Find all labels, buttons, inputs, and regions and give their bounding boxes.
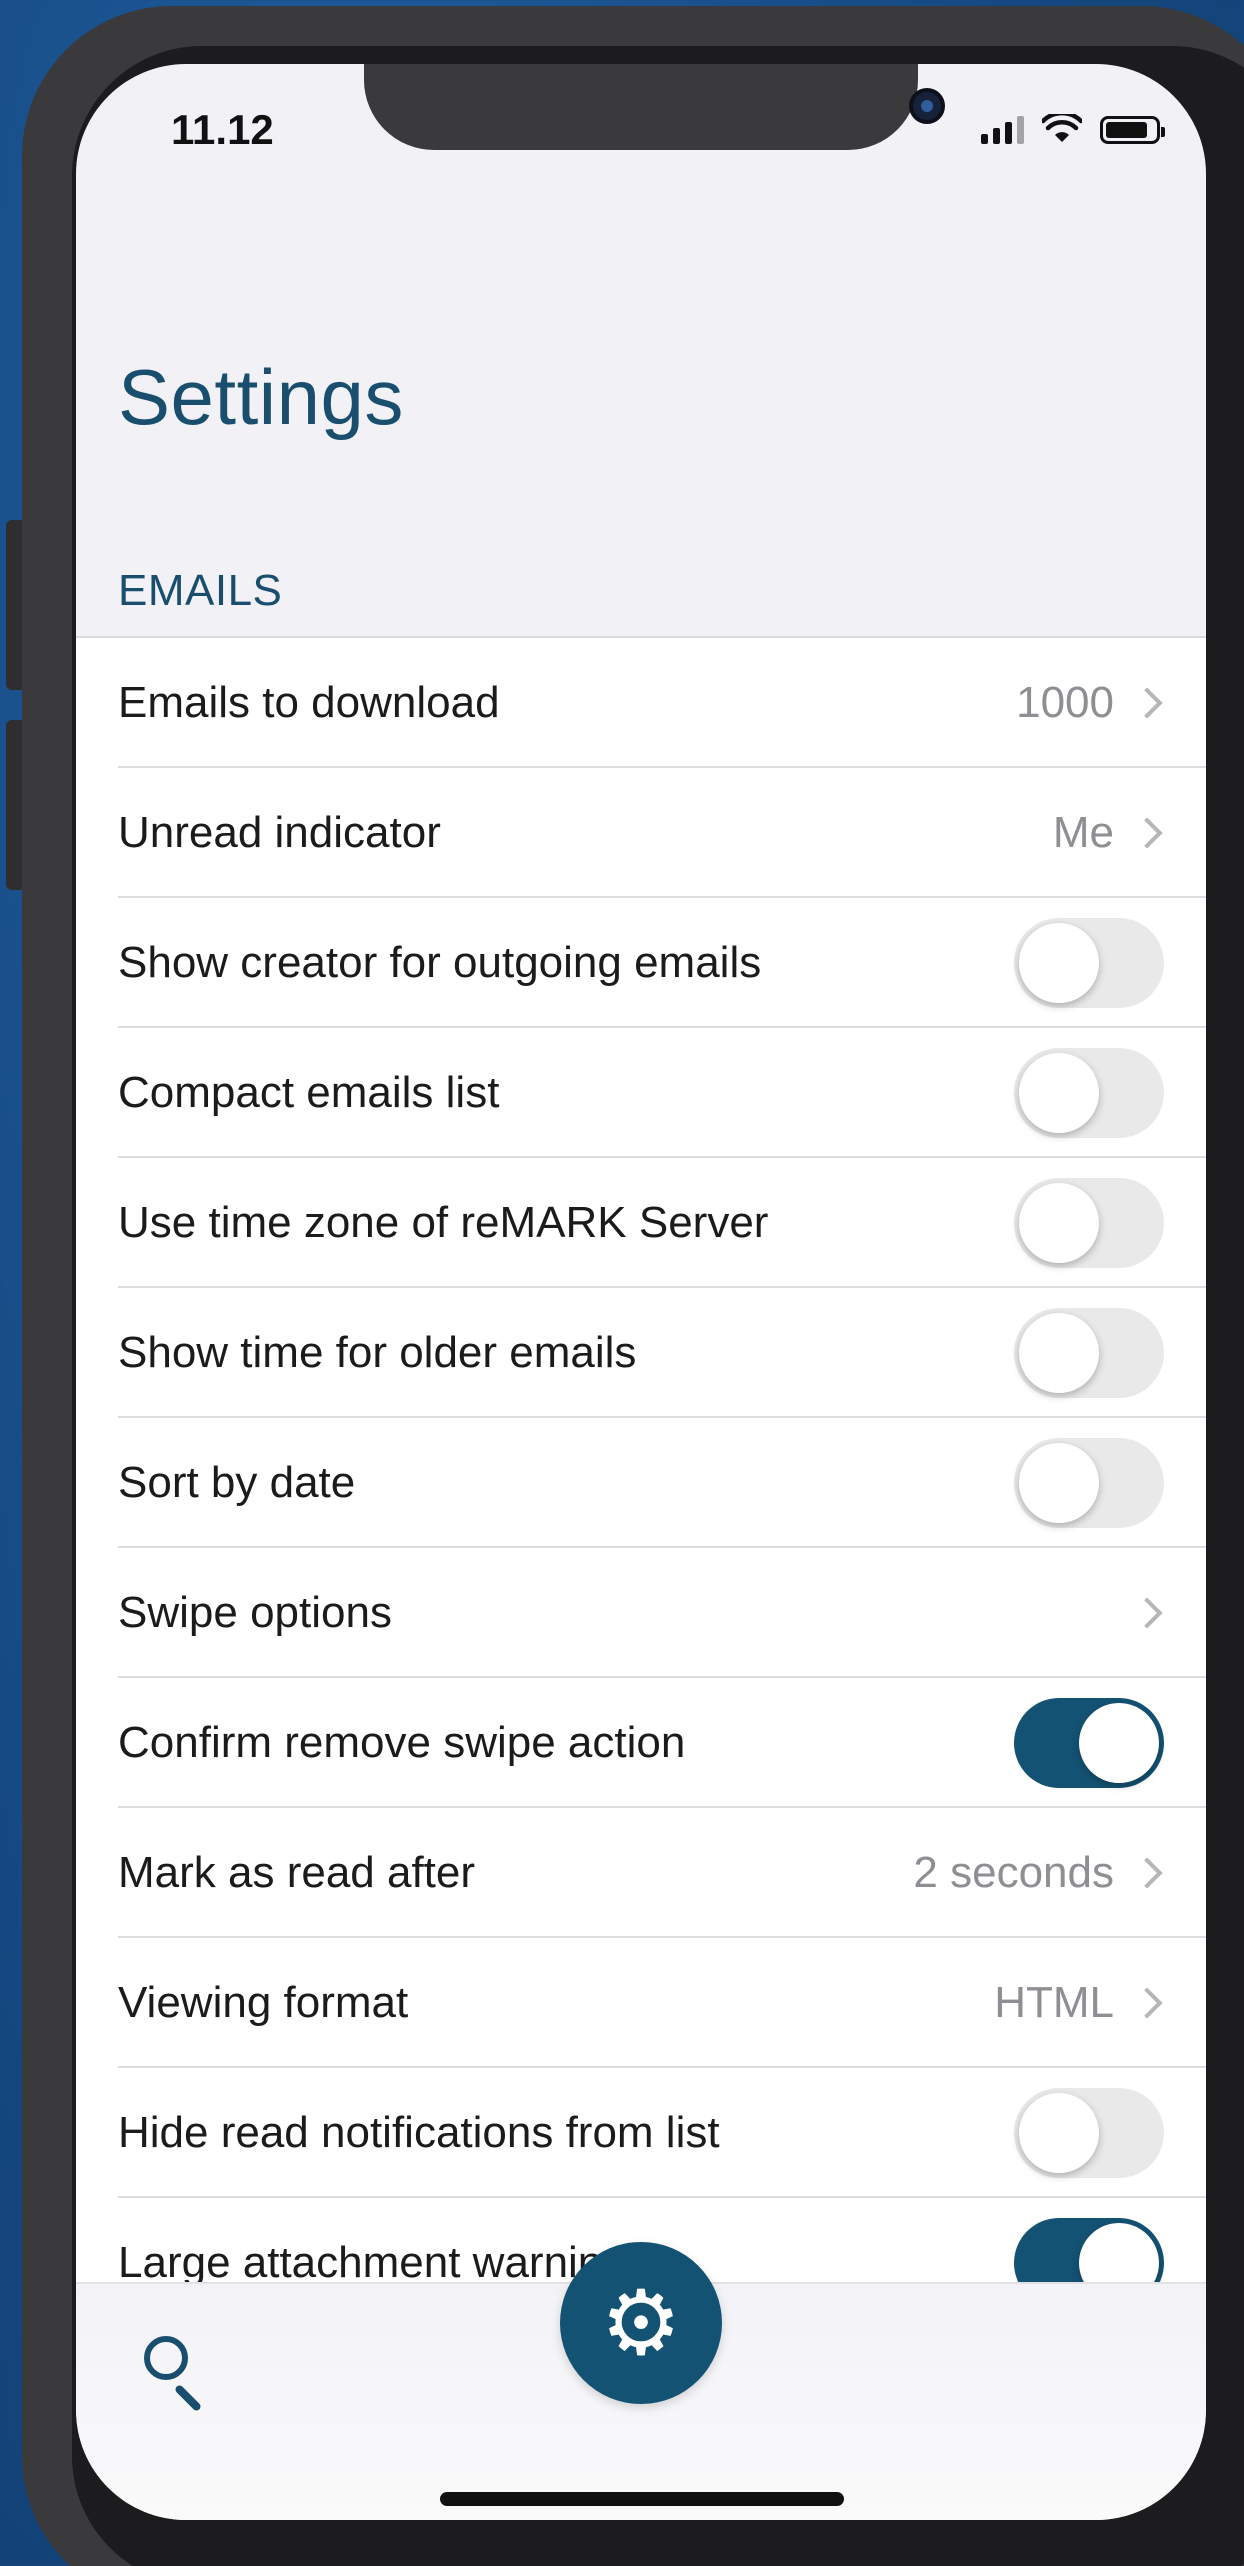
gear-icon: ⚙ bbox=[600, 2273, 682, 2374]
toggle-switch[interactable] bbox=[1014, 1438, 1164, 1528]
toggle-switch[interactable] bbox=[1014, 1308, 1164, 1398]
battery-icon bbox=[1100, 116, 1165, 144]
status-time: 11.12 bbox=[171, 106, 274, 153]
search-icon[interactable] bbox=[144, 2336, 224, 2416]
setting-label: Hide read notifications from list bbox=[118, 2108, 720, 2157]
setting-row-swipe-options[interactable]: Swipe options bbox=[76, 1548, 1206, 1678]
setting-row-time-zone: Use time zone of reMARK Server bbox=[76, 1158, 1206, 1288]
page-title: Settings bbox=[118, 353, 404, 441]
setting-value: 2 seconds bbox=[913, 1848, 1114, 1897]
setting-row-compact-list: Compact emails list bbox=[76, 1028, 1206, 1158]
setting-label: Confirm remove swipe action bbox=[118, 1718, 686, 1767]
setting-row-mark-as-read[interactable]: Mark as read after 2 seconds bbox=[76, 1808, 1206, 1938]
setting-label: Mark as read after bbox=[118, 1848, 476, 1897]
setting-row-show-time-older: Show time for older emails bbox=[76, 1288, 1206, 1418]
front-camera-icon bbox=[909, 88, 945, 124]
setting-label: Compact emails list bbox=[118, 1068, 500, 1117]
wifi-icon bbox=[1042, 114, 1082, 142]
signal-icon bbox=[981, 116, 1024, 144]
section-header-emails: EMAILS bbox=[118, 566, 283, 615]
setting-label: Sort by date bbox=[118, 1458, 356, 1507]
setting-label: Swipe options bbox=[118, 1588, 392, 1637]
settings-list: Emails to download 1000 Unread indicator… bbox=[76, 636, 1206, 2328]
setting-row-sort-by-date: Sort by date bbox=[76, 1418, 1206, 1548]
settings-button[interactable]: ⚙ bbox=[560, 2242, 722, 2404]
setting-label: Unread indicator bbox=[118, 808, 441, 857]
setting-row-unread-indicator[interactable]: Unread indicator Me bbox=[76, 768, 1206, 898]
toggle-switch[interactable] bbox=[1014, 1698, 1164, 1788]
toggle-switch[interactable] bbox=[1014, 918, 1164, 1008]
phone-screen: 11.12 Settings EMAILS Emails to download… bbox=[76, 64, 1206, 2520]
setting-value: Me bbox=[1052, 808, 1114, 857]
setting-row-hide-read-notifications: Hide read notifications from list bbox=[76, 2068, 1206, 2198]
chevron-right-icon bbox=[1131, 1857, 1163, 1889]
status-icons bbox=[981, 114, 1165, 144]
setting-label: Show creator for outgoing emails bbox=[118, 938, 762, 987]
notch bbox=[364, 64, 945, 150]
home-indicator[interactable] bbox=[440, 2492, 844, 2506]
setting-value: HTML bbox=[994, 1978, 1114, 2027]
setting-label: Use time zone of reMARK Server bbox=[118, 1198, 769, 1247]
toggle-switch[interactable] bbox=[1014, 1048, 1164, 1138]
chevron-right-icon bbox=[1131, 1597, 1163, 1629]
chevron-right-icon bbox=[1131, 687, 1163, 719]
chevron-right-icon bbox=[1131, 817, 1163, 849]
toggle-switch[interactable] bbox=[1014, 1178, 1164, 1268]
setting-row-confirm-remove: Confirm remove swipe action bbox=[76, 1678, 1206, 1808]
setting-value: 1000 bbox=[1016, 678, 1114, 727]
setting-label: Emails to download bbox=[118, 678, 500, 727]
setting-row-emails-to-download[interactable]: Emails to download 1000 bbox=[76, 638, 1206, 768]
setting-row-show-creator: Show creator for outgoing emails bbox=[76, 898, 1206, 1028]
toggle-switch[interactable] bbox=[1014, 2088, 1164, 2178]
setting-label: Viewing format bbox=[118, 1978, 409, 2027]
setting-row-viewing-format[interactable]: Viewing format HTML bbox=[76, 1938, 1206, 2068]
setting-label: Large attachment warning bbox=[118, 2238, 627, 2287]
setting-label: Show time for older emails bbox=[118, 1328, 637, 1377]
chevron-right-icon bbox=[1131, 1987, 1163, 2019]
